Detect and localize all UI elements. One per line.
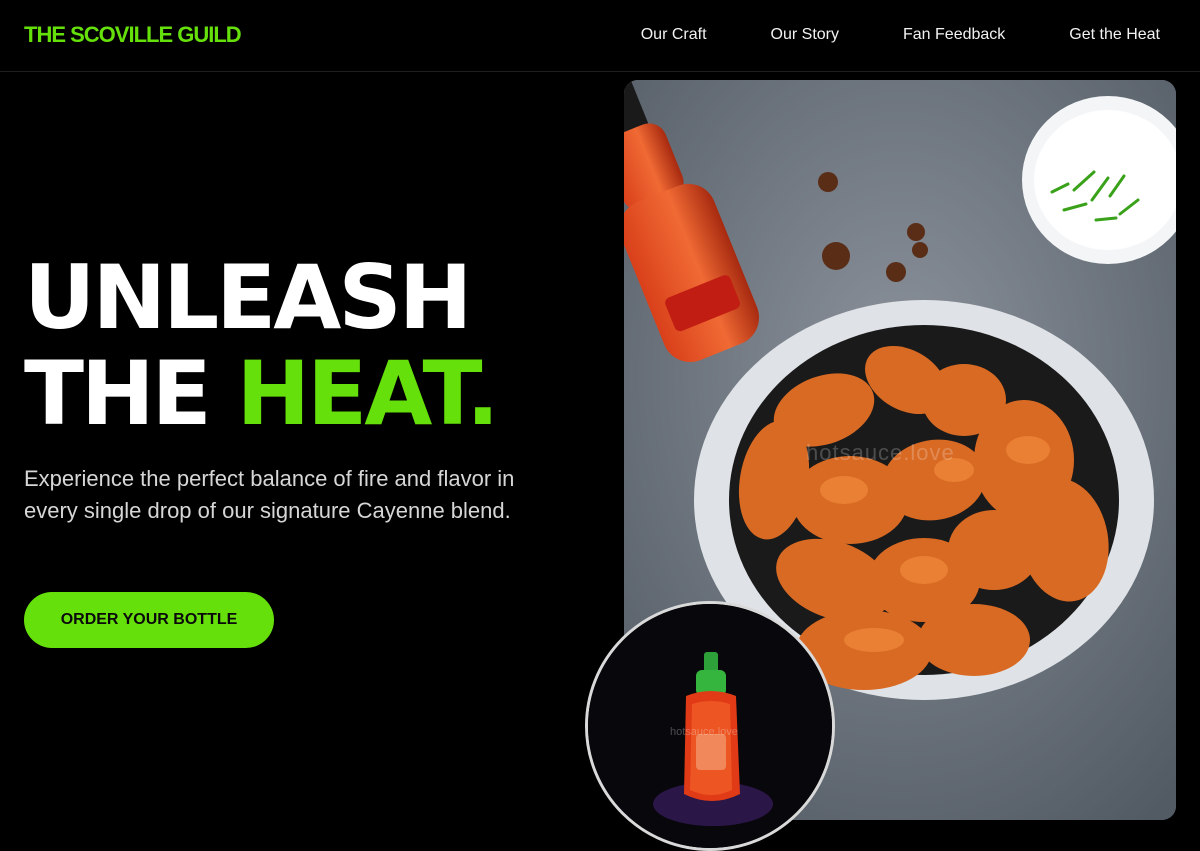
nav-link-fan-feedback[interactable]: Fan Feedback (903, 26, 1005, 44)
headline-accent: HEAT. (236, 342, 499, 445)
inset-image-watermark: hotsauce.love (670, 726, 738, 738)
main-image-watermark: hotsauce.love (806, 440, 955, 465)
headline-line-1: UNLEASH (24, 246, 472, 349)
hero-headline: UNLEASH THE HEAT. (24, 250, 500, 445)
inset-sauce-bottle-photo: hotsauce.love (585, 601, 835, 851)
nav-links: Our Craft Our Story Fan Feedback Get the… (641, 26, 1160, 44)
headline-line-2: THE (24, 342, 237, 445)
brand-logo[interactable]: THE SCOVILLE GUILD (24, 22, 242, 48)
hero-subtitle: Experience the perfect balance of fire a… (24, 466, 515, 523)
nav-link-our-story[interactable]: Our Story (771, 26, 839, 44)
nav-link-our-craft[interactable]: Our Craft (641, 26, 707, 44)
nav-link-get-the-heat[interactable]: Get the Heat (1069, 26, 1160, 44)
order-bottle-button[interactable]: ORDER YOUR BOTTLE (24, 592, 274, 648)
top-nav: THE SCOVILLE GUILD Our Craft Our Story F… (0, 0, 1200, 72)
